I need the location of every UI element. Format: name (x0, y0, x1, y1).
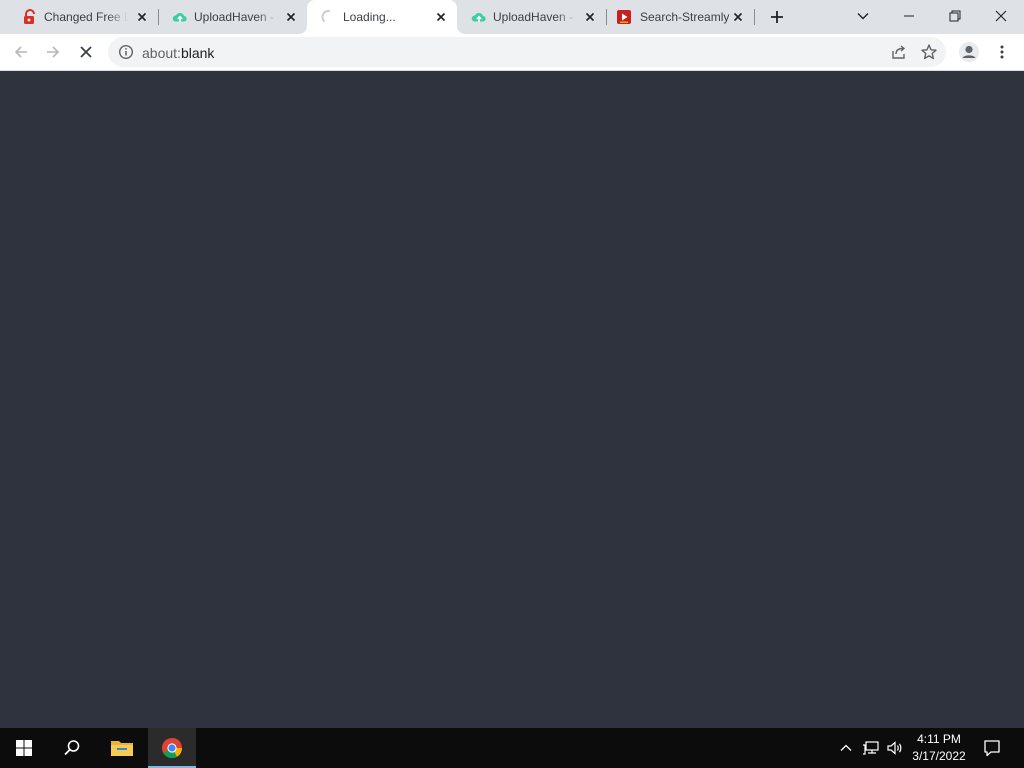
lock-icon (22, 9, 38, 25)
chrome-icon (162, 737, 183, 759)
page-viewport (0, 71, 1024, 728)
file-explorer-button[interactable] (98, 728, 146, 768)
account-icon (959, 42, 979, 62)
tab-loading[interactable]: Loading... (307, 0, 457, 34)
tab-title: UploadHaven - (194, 10, 275, 24)
info-icon[interactable] (118, 44, 134, 60)
speaker-icon (887, 741, 902, 755)
close-tab-icon[interactable] (433, 9, 449, 25)
tab-title: Loading... (343, 10, 396, 24)
tab-changed-free[interactable]: Changed Free D (8, 0, 159, 34)
close-window-button[interactable] (978, 0, 1024, 32)
search-icon (64, 740, 80, 756)
share-icon[interactable] (890, 43, 908, 61)
volume-tray-button[interactable] (884, 728, 906, 768)
close-tab-icon[interactable] (730, 9, 746, 25)
tab-title: Search-Streamly (640, 10, 730, 24)
close-icon (80, 46, 92, 58)
chrome-taskbar-button[interactable] (148, 728, 196, 768)
show-hidden-icons-button[interactable] (836, 728, 856, 768)
close-tab-icon[interactable] (582, 9, 598, 25)
streamly-icon (616, 9, 632, 25)
windows-taskbar: 4:11 PM 3/17/2022 (0, 728, 1024, 768)
restore-icon (949, 10, 961, 22)
url-path: blank (180, 45, 215, 61)
clock-date: 3/17/2022 (912, 749, 966, 763)
tab-separator (754, 9, 755, 25)
taskbar-clock[interactable]: 4:11 PM 3/17/2022 (904, 731, 974, 765)
tab-uploadhaven-1[interactable]: UploadHaven - (158, 0, 307, 34)
file-explorer-icon (111, 741, 133, 756)
notification-icon (984, 740, 1000, 757)
close-tab-icon[interactable] (283, 9, 299, 25)
forward-button[interactable] (39, 38, 67, 66)
tab-search-button[interactable] (840, 0, 886, 32)
start-button[interactable] (0, 728, 48, 768)
close-icon (995, 10, 1007, 22)
upload-cloud-icon (471, 9, 487, 25)
bookmark-star-icon[interactable] (920, 43, 938, 61)
profile-button[interactable] (955, 38, 983, 66)
action-center-button[interactable] (980, 728, 1004, 768)
tab-uploadhaven-2[interactable]: UploadHaven - (457, 0, 607, 34)
more-vertical-icon (1000, 45, 1004, 59)
chevron-down-icon (857, 13, 869, 20)
loading-spinner-icon (321, 9, 337, 25)
back-button[interactable] (7, 38, 35, 66)
windows-logo-icon (16, 740, 32, 756)
browser-toolbar: about:blank (0, 34, 1024, 71)
arrow-left-icon (14, 46, 27, 58)
restore-button[interactable] (932, 0, 978, 32)
network-tray-button[interactable] (860, 728, 882, 768)
tab-strip: Changed Free D UploadHaven - Loading... (0, 0, 1024, 34)
taskbar-search-button[interactable] (48, 728, 96, 768)
tab-title: UploadHaven - (493, 10, 574, 24)
minimize-button[interactable] (886, 0, 932, 32)
minimize-icon (904, 15, 914, 17)
address-url[interactable]: about:blank (142, 45, 214, 61)
url-scheme: about: (142, 45, 181, 61)
address-bar[interactable]: about:blank (108, 37, 946, 67)
arrow-right-icon (47, 46, 60, 58)
close-tab-icon[interactable] (134, 9, 150, 25)
upload-cloud-icon (172, 9, 188, 25)
tab-search-streamly[interactable]: Search-Streamly (606, 0, 755, 34)
chevron-up-icon (840, 744, 852, 751)
tab-title: Changed Free D (44, 10, 128, 24)
new-tab-button[interactable] (765, 5, 789, 29)
clock-time: 4:11 PM (917, 732, 961, 746)
stop-loading-button[interactable] (72, 38, 100, 66)
plus-icon (771, 11, 783, 23)
network-icon (863, 741, 879, 755)
menu-button[interactable] (988, 38, 1016, 66)
